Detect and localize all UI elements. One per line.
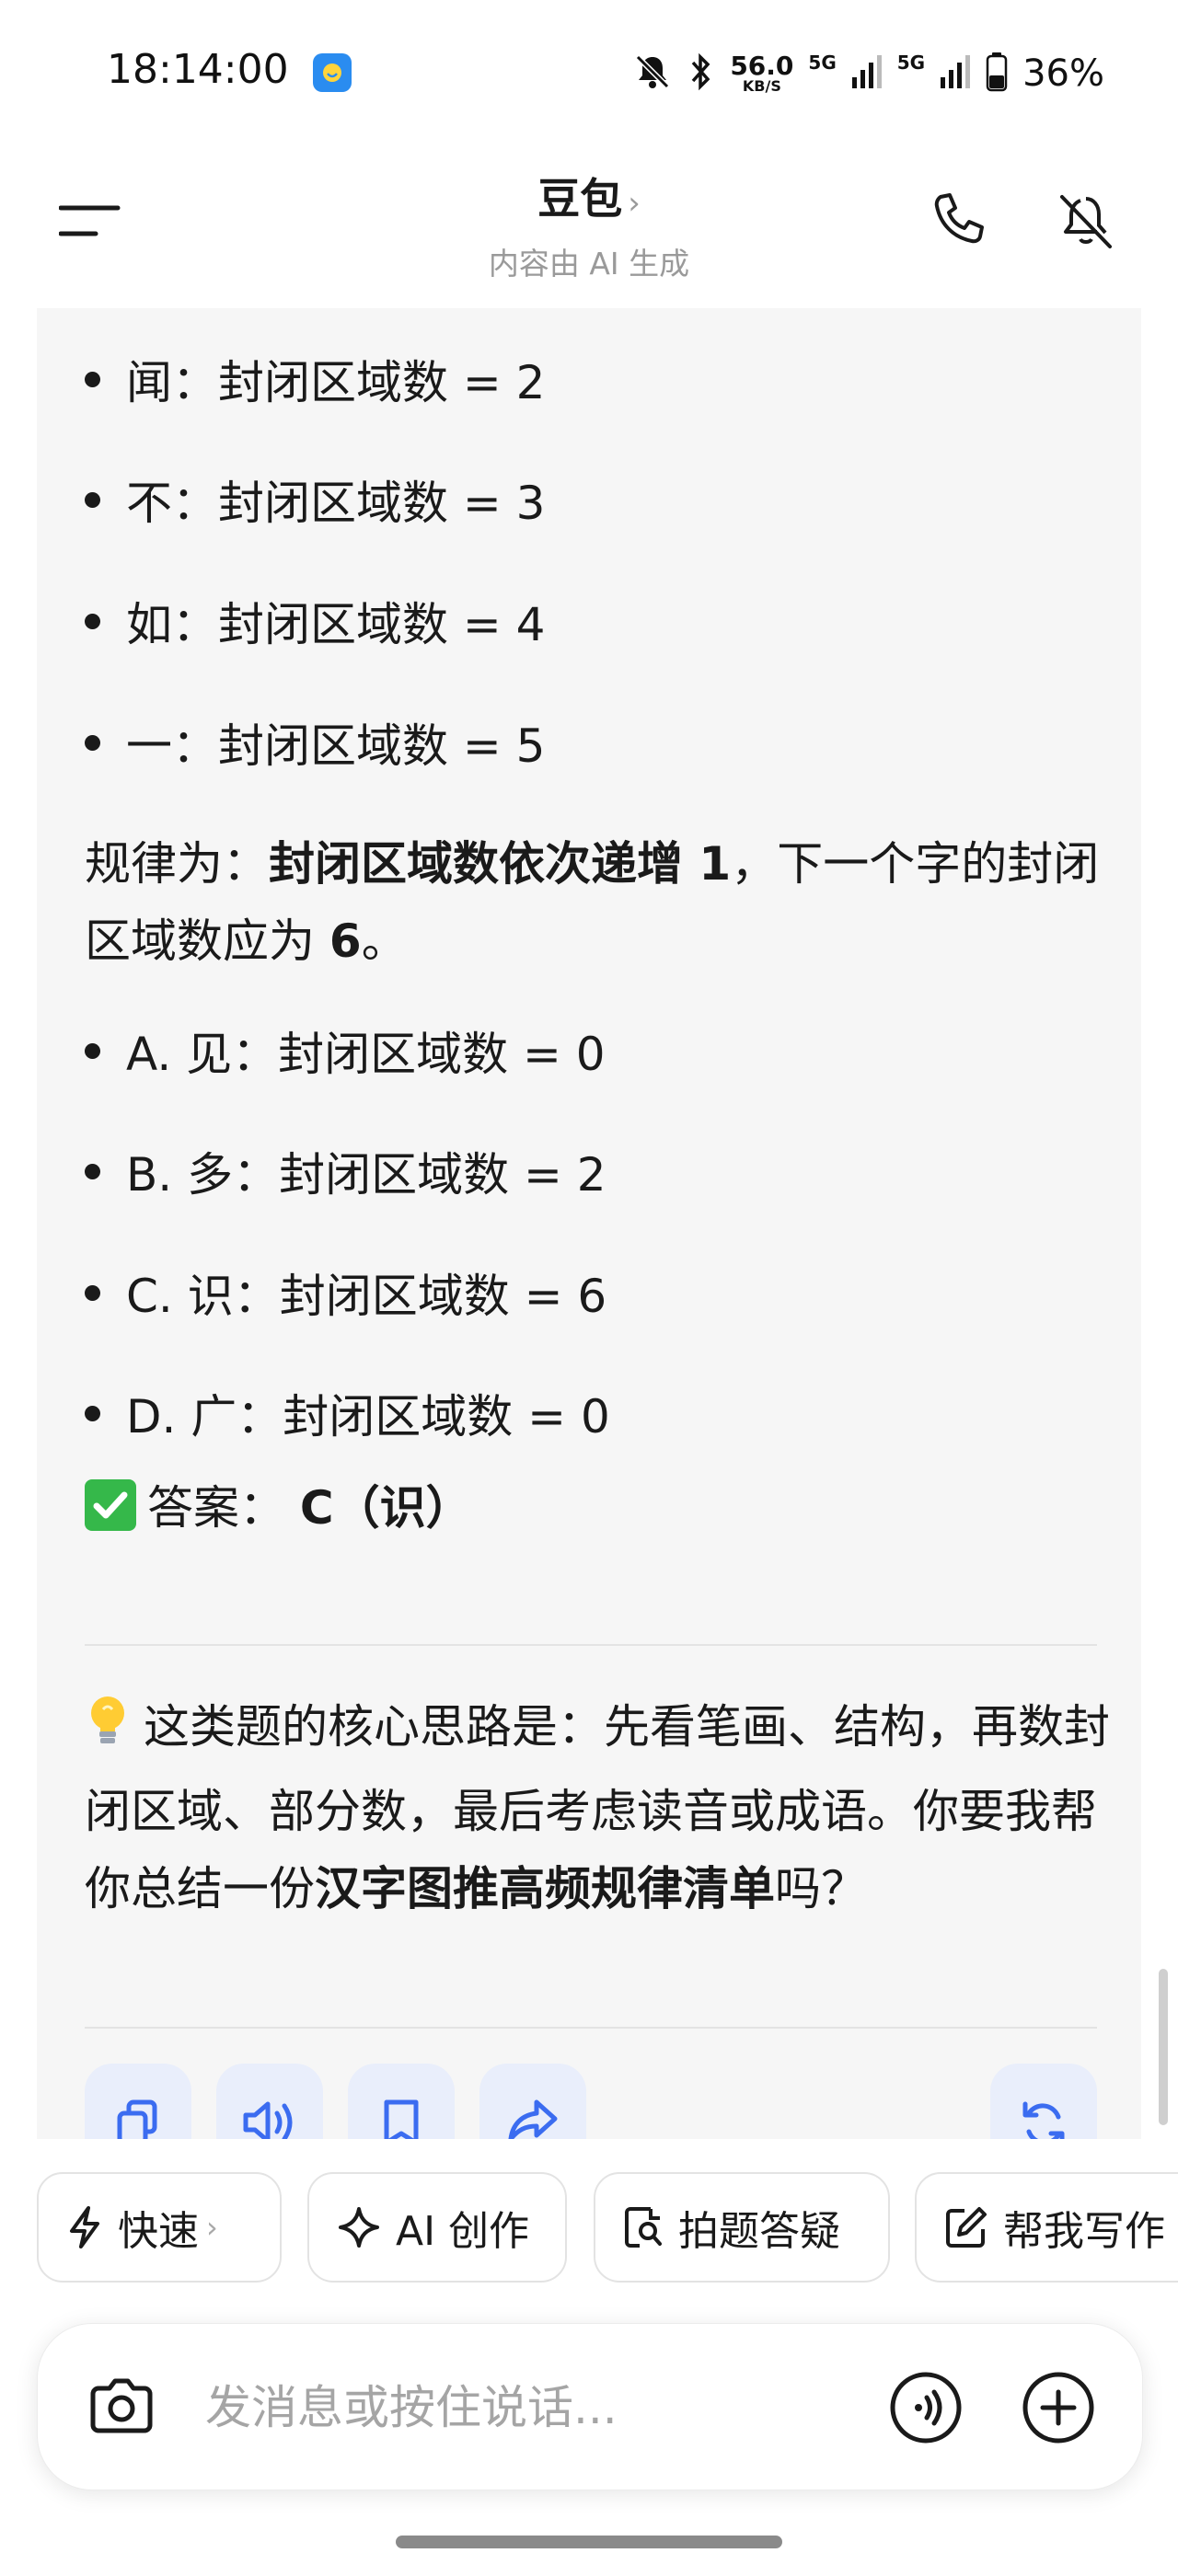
rule-prefix: 规律为： (85, 837, 269, 891)
message-composer (37, 2323, 1143, 2490)
option-text: C. 识：封闭区域数 = 6 (126, 1270, 607, 1323)
chat-header: 豆包 › 内容由 AI 生成 (0, 138, 1178, 308)
chip-ai-create[interactable]: AI 创作 (307, 2172, 567, 2283)
bullet-icon (85, 1163, 100, 1179)
camera-icon (90, 2378, 153, 2433)
message-input[interactable] (203, 2375, 778, 2441)
bullet-icon (85, 371, 100, 387)
rule-answer-count: 6 (329, 914, 362, 968)
divider (85, 1644, 1097, 1646)
ai-message-bubble: 闻：封闭区域数 = 2 不：封闭区域数 = 3 如：封闭区域数 = 4 一：封闭… (37, 308, 1141, 2139)
tip-end: 吗？ (775, 1862, 867, 1915)
camera-button[interactable] (84, 2370, 159, 2445)
bullet-icon (85, 613, 100, 629)
chip-label: 拍题答疑 (678, 2208, 840, 2255)
title-chevron-icon: › (628, 185, 641, 222)
list-item-text: 不：封闭区域数 = 3 (126, 477, 546, 530)
option-text: B. 多：封闭区域数 = 2 (126, 1148, 606, 1202)
edit-icon (946, 2207, 987, 2248)
bullet-icon (85, 491, 100, 508)
check-mark-icon (85, 1479, 136, 1531)
chat-screen: 18:14:00 56.0 KB/S 5G 5G 36% 豆包 › 内容由 AI… (0, 0, 1178, 2576)
list-item: 如：封闭区域数 = 4 (85, 589, 546, 653)
home-indicator[interactable] (396, 2536, 782, 2548)
battery-percent: 36% (1022, 52, 1104, 95)
option-text: A. 见：封闭区域数 = 0 (126, 1028, 606, 1081)
bullet-icon (85, 1405, 100, 1421)
share-icon (508, 2099, 558, 2139)
list-item: 不：封闭区域数 = 3 (85, 467, 546, 532)
list-item-text: 如：封闭区域数 = 4 (126, 598, 546, 651)
chip-fast-mode[interactable]: 快速 › (37, 2172, 282, 2283)
quick-action-chips: 快速 › AI 创作 拍题答疑 帮我写作 (0, 2139, 1178, 2283)
rule-paragraph: 规律为：封闭区域数依次递增 1，下一个字的封闭区域数应为 6。 (85, 825, 1115, 980)
plus-icon (1022, 2372, 1094, 2444)
answer-label: 答案： (147, 1481, 285, 1535)
app-notification-icon (313, 53, 352, 92)
chip-label: AI 创作 (396, 2208, 530, 2255)
copy-icon (117, 2099, 157, 2139)
signal-icon-2 (940, 53, 971, 94)
message-actions (85, 2064, 1097, 2139)
photo-search-icon (625, 2207, 662, 2248)
sound-off-button[interactable] (1049, 186, 1123, 259)
share-button[interactable] (479, 2064, 586, 2139)
voice-wave-icon (890, 2372, 962, 2444)
bookmark-icon (384, 2099, 419, 2139)
bot-title: 豆包 (537, 174, 623, 224)
list-item-text: 闻：封闭区域数 = 2 (126, 356, 546, 409)
copy-button[interactable] (85, 2064, 191, 2139)
scrollbar[interactable] (1159, 1969, 1168, 2125)
tip-paragraph: 这类题的核心思路是：先看笔画、结构，再数封闭区域、部分数，最后考虑读音或成语。你… (85, 1688, 1115, 1927)
divider (85, 2027, 1097, 2029)
option-text: D. 广：封闭区域数 = 0 (126, 1390, 610, 1443)
rule-bold-number: 1 (683, 837, 732, 891)
list-item-text: 一：封闭区域数 = 5 (126, 719, 546, 773)
signal-icon-1 (851, 53, 883, 94)
regenerate-button[interactable] (990, 2064, 1097, 2139)
add-attachment-button[interactable] (1021, 2370, 1096, 2445)
bluetooth-icon (687, 52, 715, 96)
list-item: 闻：封闭区域数 = 2 (85, 347, 546, 411)
silent-bell-icon (632, 52, 673, 96)
option-item: C. 识：封闭区域数 = 6 (85, 1260, 606, 1325)
network-speed-unit: KB/S (742, 77, 781, 95)
rule-bold: 封闭区域数依次递增 (269, 837, 683, 891)
read-aloud-button[interactable] (216, 2064, 323, 2139)
answer-value: C（识） (299, 1481, 472, 1535)
phone-call-button[interactable] (920, 186, 994, 259)
chip-label: 帮我写作 (1003, 2208, 1165, 2255)
rule-suffix: 。 (361, 914, 408, 968)
answer-line: 答案： C（识） (85, 1469, 1115, 1547)
status-time: 18:14:00 (107, 46, 289, 93)
chevron-right-icon: › (206, 2210, 218, 2245)
bot-title-area[interactable]: 豆包 › 内容由 AI 生成 (0, 166, 1178, 283)
battery-icon (986, 52, 1008, 96)
bullet-icon (85, 1042, 100, 1059)
lightning-icon (70, 2206, 99, 2248)
light-bulb-icon (85, 1693, 131, 1773)
refresh-icon (1022, 2101, 1065, 2139)
tip-bold: 汉字图推高频规律清单 (315, 1862, 775, 1915)
chip-help-write[interactable]: 帮我写作 (915, 2172, 1178, 2283)
status-icons: 56.0 KB/S 5G 5G 36% (632, 46, 1104, 101)
network-speed-value: 56.0 (730, 51, 794, 81)
voice-call-button[interactable] (888, 2370, 964, 2445)
network-type-1: 5G (808, 52, 837, 74)
chip-photo-question[interactable]: 拍题答疑 (594, 2172, 890, 2283)
network-speed: 56.0 KB/S (730, 53, 793, 94)
list-item: 一：封闭区域数 = 5 (85, 710, 546, 775)
option-item: B. 多：封闭区域数 = 2 (85, 1139, 606, 1203)
speaker-icon (243, 2101, 293, 2139)
bullet-icon (85, 734, 100, 751)
chip-label: 快速 (118, 2208, 199, 2255)
status-bar: 18:14:00 56.0 KB/S 5G 5G 36% (0, 0, 1178, 138)
bookmark-button[interactable] (348, 2064, 455, 2139)
bullet-icon (85, 1284, 100, 1301)
option-item: D. 广：封闭区域数 = 0 (85, 1381, 610, 1445)
ai-generated-note: 内容由 AI 生成 (488, 246, 690, 282)
sparkle-icon (339, 2207, 379, 2248)
option-item: A. 见：封闭区域数 = 0 (85, 1018, 606, 1083)
network-type-2: 5G (896, 52, 926, 74)
